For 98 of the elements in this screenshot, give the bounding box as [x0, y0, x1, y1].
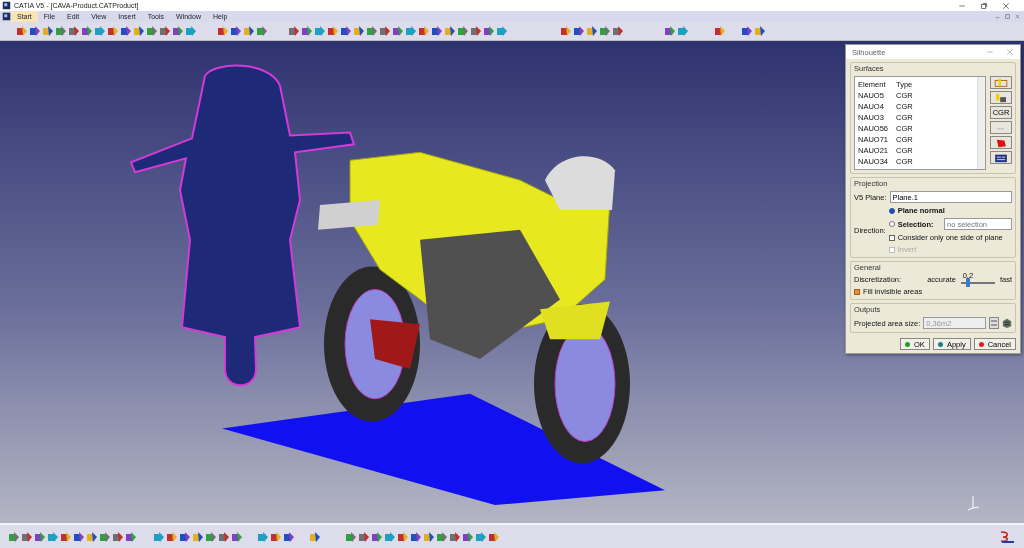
- tool-icon[interactable]: [449, 530, 461, 543]
- tool-icon[interactable]: [243, 25, 255, 37]
- tool-button[interactable]: [990, 151, 1012, 164]
- tool-icon[interactable]: [166, 530, 178, 543]
- tool-icon[interactable]: [159, 25, 171, 37]
- tool-icon[interactable]: [192, 530, 204, 543]
- tool-icon[interactable]: [185, 25, 197, 37]
- tool-icon[interactable]: [366, 25, 378, 37]
- tool-icon[interactable]: [436, 530, 448, 543]
- tool-icon[interactable]: [483, 25, 495, 37]
- tool-icon[interactable]: [146, 25, 158, 37]
- tool-icon[interactable]: [664, 25, 676, 37]
- tool-icon[interactable]: [462, 530, 474, 543]
- tool-icon[interactable]: [8, 530, 20, 543]
- tool-icon[interactable]: [423, 530, 435, 543]
- tool-icon[interactable]: [496, 25, 508, 37]
- tool-icon[interactable]: [257, 530, 269, 543]
- tool-icon[interactable]: [397, 530, 409, 543]
- radio-button[interactable]: [888, 221, 895, 227]
- restore-icon[interactable]: [980, 1, 988, 10]
- tool-icon[interactable]: [345, 530, 357, 543]
- tool-icon[interactable]: [107, 25, 119, 37]
- tool-icon[interactable]: [741, 25, 753, 37]
- tool-icon[interactable]: [410, 530, 422, 543]
- tool-icon[interactable]: [327, 25, 339, 37]
- list-icon: [994, 152, 1008, 163]
- tool-icon[interactable]: [179, 530, 191, 543]
- tool-icon[interactable]: [371, 530, 383, 543]
- tool-icon[interactable]: [283, 530, 295, 543]
- tool-icon[interactable]: [379, 25, 391, 37]
- tool-icon[interactable]: [99, 530, 111, 543]
- tool-icon[interactable]: [73, 530, 85, 543]
- tool-icon[interactable]: [34, 530, 46, 543]
- logo-icon: [998, 529, 1016, 544]
- tool-icon[interactable]: [153, 530, 165, 543]
- tool-icon[interactable]: [205, 530, 217, 543]
- tool-icon[interactable]: [16, 25, 28, 37]
- tool-icon[interactable]: [125, 530, 137, 543]
- tool-icon[interactable]: [217, 25, 229, 37]
- tool-icon[interactable]: [475, 530, 487, 543]
- axis-icon: [966, 495, 980, 511]
- tool-icon[interactable]: [353, 25, 365, 37]
- tool-icon[interactable]: [29, 25, 41, 37]
- tool-icon[interactable]: [405, 25, 417, 37]
- tool-button[interactable]: [990, 91, 1012, 104]
- tool-icon[interactable]: [120, 25, 132, 37]
- tool-icon[interactable]: [21, 530, 33, 543]
- tool-icon[interactable]: [270, 530, 282, 543]
- tool-icon[interactable]: [457, 25, 469, 37]
- tool-icon[interactable]: [68, 25, 80, 37]
- tool-icon[interactable]: [309, 530, 321, 543]
- tool-button[interactable]: [990, 136, 1012, 149]
- tool-icon[interactable]: [358, 530, 370, 543]
- tool-icon[interactable]: [47, 530, 59, 543]
- tool-icon[interactable]: [560, 25, 572, 37]
- tool-icon[interactable]: [42, 25, 54, 37]
- tool-icon[interactable]: [754, 25, 766, 37]
- tool-icon[interactable]: [612, 25, 624, 37]
- tool-icon[interactable]: [288, 25, 300, 37]
- checkbox[interactable]: [888, 234, 895, 241]
- tool-icon[interactable]: [488, 530, 500, 543]
- scrollbar[interactable]: [977, 77, 985, 169]
- document-icon[interactable]: [2, 12, 11, 21]
- tool-icon[interactable]: [112, 530, 124, 543]
- tool-icon[interactable]: [81, 25, 93, 37]
- tool-icon[interactable]: [55, 25, 67, 37]
- tool-icon[interactable]: [230, 25, 242, 37]
- tool-icon[interactable]: [573, 25, 585, 37]
- tool-icon[interactable]: [340, 25, 352, 37]
- shape-icon: [994, 137, 1008, 148]
- tool-icon[interactable]: [301, 25, 313, 37]
- close-icon[interactable]: [1002, 1, 1010, 10]
- radio-button[interactable]: [888, 207, 895, 214]
- tool-icon[interactable]: [431, 25, 443, 37]
- restore-icon[interactable]: [1004, 13, 1011, 20]
- tool-icon[interactable]: [418, 25, 430, 37]
- tool-icon[interactable]: [470, 25, 482, 37]
- checkbox[interactable]: [854, 288, 860, 295]
- app-icon: [2, 1, 11, 10]
- tool-icon[interactable]: [256, 25, 268, 37]
- tool-icon[interactable]: [218, 530, 230, 543]
- tool-icon[interactable]: [714, 25, 726, 37]
- close-icon[interactable]: [1014, 13, 1021, 20]
- tool-icon[interactable]: [586, 25, 598, 37]
- tool-icon[interactable]: [677, 25, 689, 37]
- tool-icon[interactable]: [444, 25, 456, 37]
- tool-icon[interactable]: [599, 25, 611, 37]
- tool-icon[interactable]: [392, 25, 404, 37]
- measure-icon[interactable]: [1002, 317, 1012, 329]
- tool-icon[interactable]: [94, 25, 106, 37]
- tool-icon[interactable]: [60, 530, 72, 543]
- tool-icon[interactable]: [314, 25, 326, 37]
- tool-icon[interactable]: [384, 530, 396, 543]
- tool-icon[interactable]: [86, 530, 98, 543]
- slider-thumb[interactable]: [965, 277, 970, 287]
- tool-icon[interactable]: [172, 25, 184, 37]
- tool-icon[interactable]: [133, 25, 145, 37]
- tool-icon[interactable]: [231, 530, 243, 543]
